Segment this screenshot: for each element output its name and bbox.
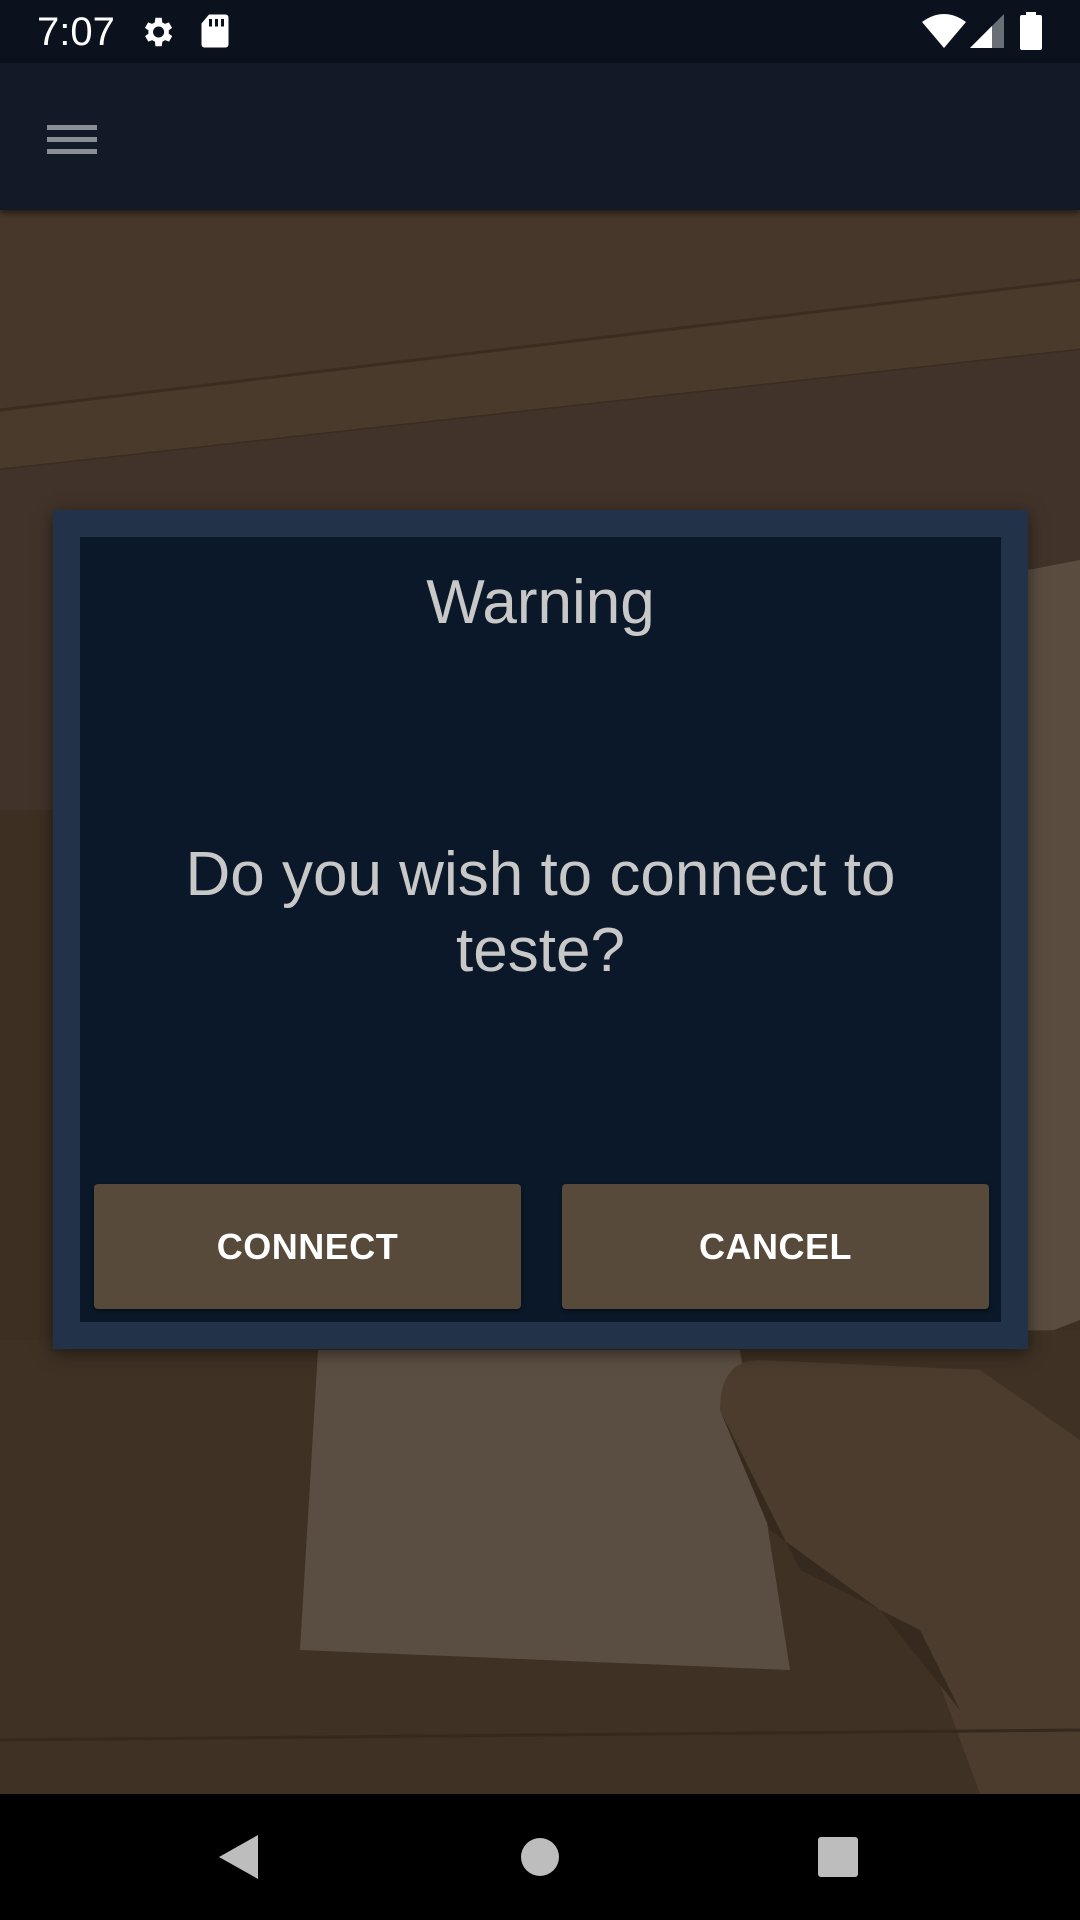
dialog-title: Warning bbox=[426, 568, 655, 637]
signal-icon bbox=[970, 14, 1004, 48]
recents-icon bbox=[818, 1837, 858, 1877]
status-bar: 7:07 bbox=[0, 0, 1080, 63]
dialog-content: Warning Do you wish to connect to teste?… bbox=[80, 537, 1001, 1322]
navigation-bar bbox=[0, 1794, 1080, 1920]
menu-button[interactable] bbox=[36, 103, 108, 175]
home-button[interactable] bbox=[477, 1794, 603, 1920]
cancel-button[interactable]: CANCEL bbox=[562, 1184, 989, 1309]
wifi-icon bbox=[922, 14, 966, 48]
back-icon bbox=[219, 1835, 258, 1879]
home-icon bbox=[521, 1838, 559, 1876]
settings-icon bbox=[144, 17, 173, 47]
back-button[interactable] bbox=[176, 1794, 302, 1920]
warning-dialog: Warning Do you wish to connect to teste?… bbox=[53, 510, 1028, 1349]
app-bar bbox=[0, 63, 1080, 210]
status-time: 7:07 bbox=[37, 10, 115, 54]
sd-card-icon bbox=[201, 14, 229, 48]
dialog-message: Do you wish to connect to teste? bbox=[185, 840, 896, 985]
hamburger-menu-icon bbox=[47, 125, 97, 154]
connect-button[interactable]: CONNECT bbox=[94, 1184, 521, 1309]
screen: 7:07 Warning Do you wish to connect to t… bbox=[0, 0, 1080, 1920]
recents-button[interactable] bbox=[775, 1794, 901, 1920]
battery-icon bbox=[1020, 12, 1042, 50]
